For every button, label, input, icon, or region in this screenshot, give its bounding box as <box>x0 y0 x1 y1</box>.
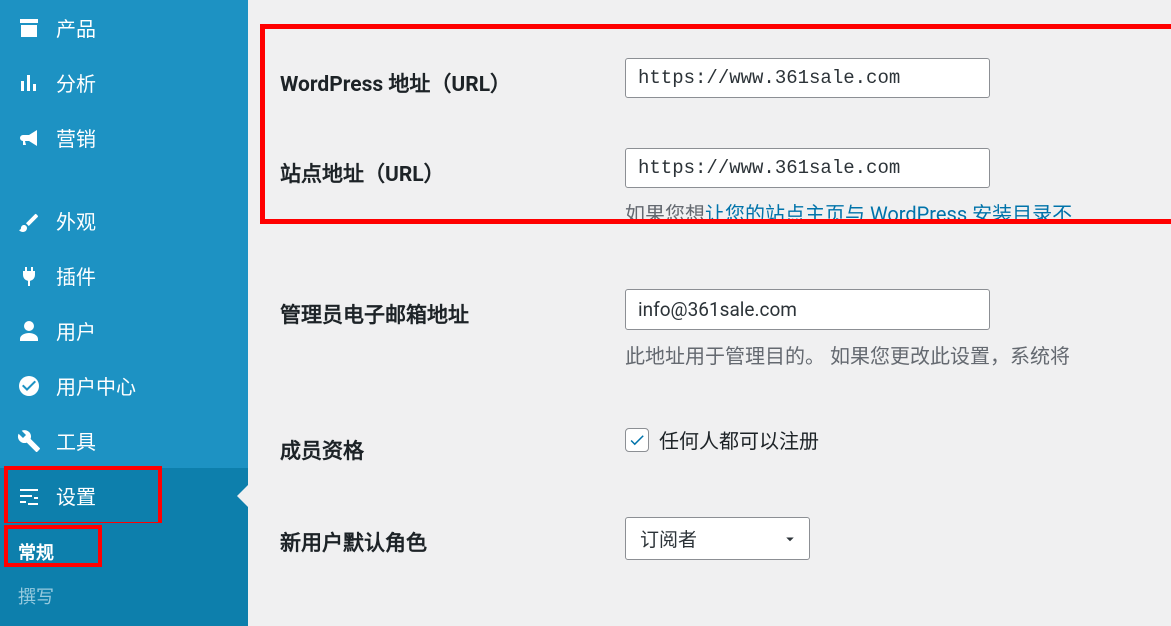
sliders-icon <box>16 483 42 509</box>
wrench-icon <box>16 428 42 454</box>
sidebar-item-tools[interactable]: 工具 <box>0 413 248 468</box>
sidebar-item-settings[interactable]: 设置 <box>0 468 248 523</box>
label-admin-email: 管理员电子邮箱地址 <box>280 289 625 329</box>
archive-icon <box>16 15 42 41</box>
field-default-role: 新用户默认角色 订阅者 <box>280 487 1171 582</box>
input-site-url[interactable] <box>625 148 990 188</box>
main-content: WordPress 地址（URL） 站点地址（URL） 如果您想让您的站点主页与… <box>248 0 1171 613</box>
sidebar-item-user-center[interactable]: 用户中心 <box>0 358 248 413</box>
chart-icon <box>16 70 42 96</box>
user-icon <box>16 318 42 344</box>
label-site-url: 站点地址（URL） <box>280 148 625 188</box>
check-icon <box>628 431 646 449</box>
label-wordpress-url: WordPress 地址（URL） <box>280 58 625 98</box>
field-wordpress-url: WordPress 地址（URL） <box>280 36 1171 120</box>
sidebar-item-plugins[interactable]: 插件 <box>0 248 248 303</box>
input-wordpress-url[interactable] <box>625 58 990 98</box>
field-site-url: 站点地址（URL） 如果您想让您的站点主页与 WordPress 安装目录不 <box>280 120 1171 249</box>
submenu-general[interactable]: 常规 <box>0 530 248 574</box>
admin-sidebar: 产品 分析 营销 外观 插件 用户 用户中心 <box>0 0 248 613</box>
site-url-description: 如果您想让您的站点主页与 WordPress 安装目录不 <box>625 198 1171 227</box>
brush-icon <box>16 208 42 234</box>
sidebar-item-label: 产品 <box>56 13 96 42</box>
sidebar-item-label: 设置 <box>56 481 96 510</box>
sidebar-item-label: 用户中心 <box>56 371 136 400</box>
label-default-role: 新用户默认角色 <box>280 517 625 557</box>
sidebar-item-label: 工具 <box>56 426 96 455</box>
sidebar-item-users[interactable]: 用户 <box>0 303 248 358</box>
sidebar-item-label: 营销 <box>56 123 96 152</box>
sidebar-item-label: 分析 <box>56 68 96 97</box>
megaphone-icon <box>16 125 42 151</box>
check-circle-icon <box>16 373 42 399</box>
sidebar-item-products[interactable]: 产品 <box>0 0 248 55</box>
field-admin-email: 管理员电子邮箱地址 此地址用于管理目的。 如果您更改此设置，系统将 <box>280 249 1171 391</box>
sidebar-item-label: 用户 <box>56 316 96 345</box>
field-membership: 成员资格 任何人都可以注册 <box>280 391 1171 487</box>
sidebar-item-marketing[interactable]: 营销 <box>0 110 248 165</box>
admin-email-description: 此地址用于管理目的。 如果您更改此设置，系统将 <box>625 340 1171 369</box>
sidebar-item-label: 外观 <box>56 206 96 235</box>
site-url-help-link[interactable]: 让您的站点主页与 WordPress 安装目录不 <box>705 202 1072 226</box>
input-admin-email[interactable] <box>625 289 990 330</box>
label-membership: 成员资格 <box>280 425 625 465</box>
sidebar-item-label: 插件 <box>56 261 96 290</box>
checkbox-anyone-register[interactable] <box>625 428 649 452</box>
submenu-writing[interactable]: 撰写 <box>0 574 248 618</box>
chevron-down-icon <box>781 530 799 548</box>
checkbox-label: 任何人都可以注册 <box>659 425 819 454</box>
settings-submenu: 常规 撰写 <box>0 523 248 626</box>
plug-icon <box>16 263 42 289</box>
select-default-role[interactable]: 订阅者 <box>625 517 810 560</box>
sidebar-item-analytics[interactable]: 分析 <box>0 55 248 110</box>
sidebar-item-appearance[interactable]: 外观 <box>0 193 248 248</box>
